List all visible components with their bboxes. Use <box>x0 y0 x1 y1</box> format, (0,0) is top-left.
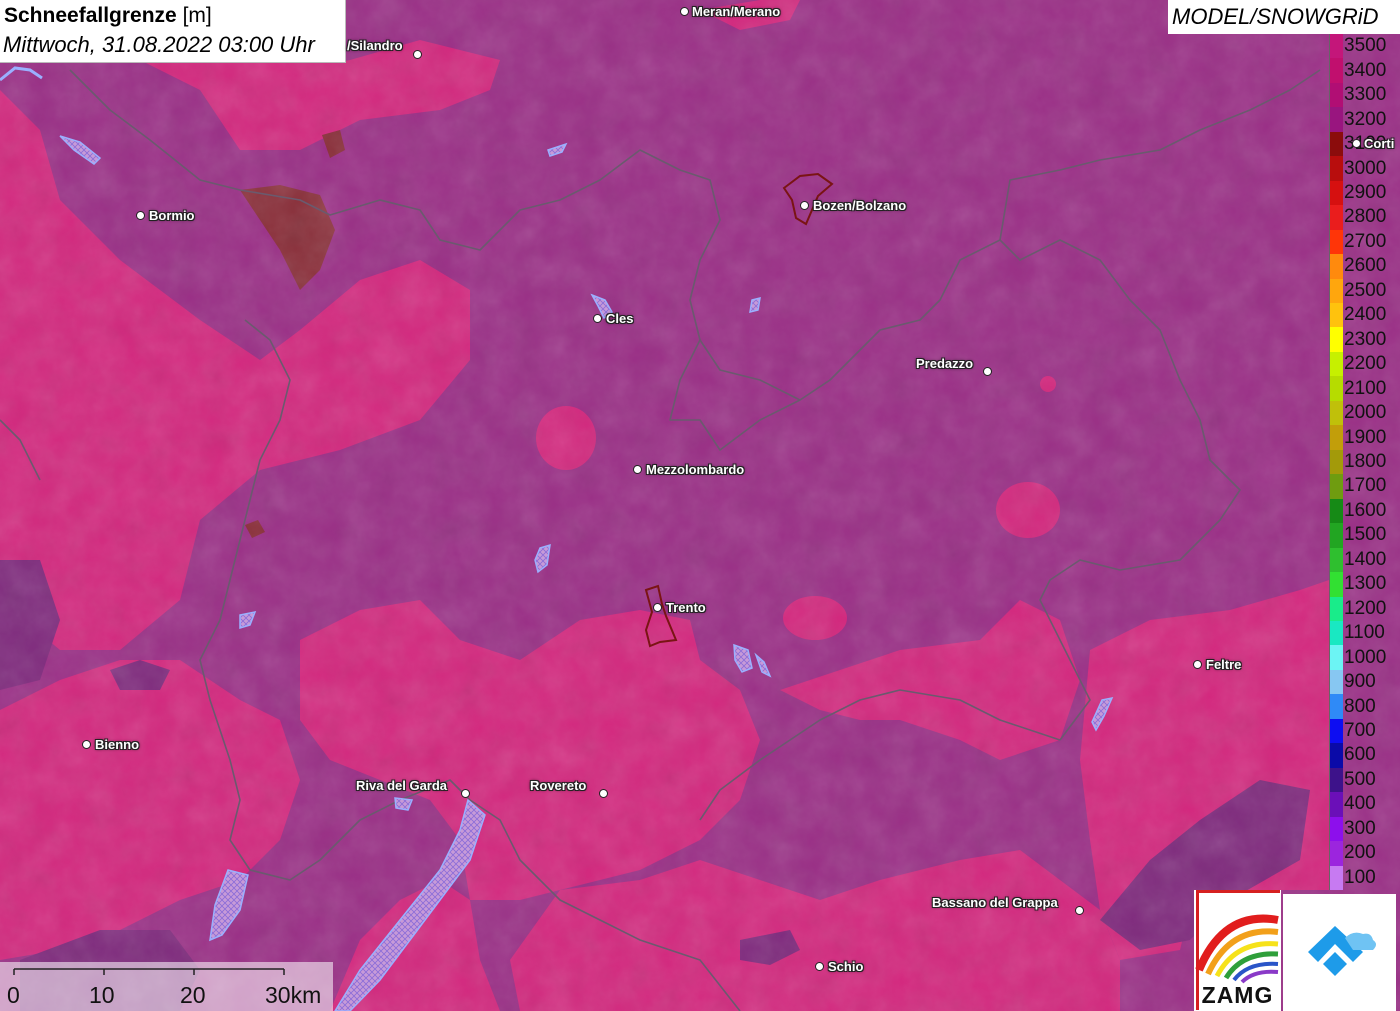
legend-row: 1400 <box>1329 536 1400 573</box>
legend-row: 2900 <box>1329 169 1400 206</box>
city-dot <box>1075 906 1084 915</box>
legend-row: 1500 <box>1329 511 1400 548</box>
scale-label-20: 20 <box>180 982 206 1008</box>
terrain-shading <box>0 0 1400 1011</box>
city-dot <box>1193 660 1202 669</box>
legend-row: 900 <box>1329 658 1400 695</box>
map-title-text: Schneefallgrenze <box>4 4 177 27</box>
city-dot <box>136 211 145 220</box>
legend-row: 300 <box>1329 805 1400 842</box>
legend-row: 2300 <box>1329 315 1400 352</box>
legend-row: 2400 <box>1329 291 1400 328</box>
legend-row: 700 <box>1329 707 1400 744</box>
scale-label-10: 10 <box>89 982 115 1008</box>
legend-row: 2800 <box>1329 193 1400 230</box>
map-title: Schneefallgrenze [m] <box>4 4 212 28</box>
city-bassano: Bassano del Grappa <box>932 895 1058 910</box>
city-predazzo: Predazzo <box>916 356 974 371</box>
legend-row: 1600 <box>1329 487 1400 524</box>
city-dot <box>653 603 662 612</box>
city-dot <box>1352 139 1361 148</box>
legend-row: 2700 <box>1329 218 1400 255</box>
city-dot <box>983 367 992 376</box>
city-riva-del-garda: Riva del Garda <box>356 778 448 793</box>
snowfall-line-map <box>0 0 1400 1011</box>
legend-row: 600 <box>1329 731 1400 768</box>
legend-row: 3400 <box>1329 46 1400 83</box>
map-title-unit: [m] <box>182 4 212 27</box>
legend-row: 400 <box>1329 780 1400 817</box>
legend-row: 1200 <box>1329 585 1400 621</box>
zamg-logo-text: ZAMG <box>1201 982 1274 1008</box>
map-datetime: Mittwoch, 31.08.2022 03:00 Uhr <box>3 32 315 57</box>
snowgrid-logo <box>1283 894 1396 1011</box>
city-dot <box>800 201 809 210</box>
legend-row: 3500 <box>1329 22 1400 59</box>
city-feltre: Feltre <box>1206 657 1242 672</box>
snowgrid-logo-icon <box>1308 926 1376 976</box>
scale-label-0: 0 <box>7 982 20 1008</box>
city-schio: Schio <box>828 959 864 974</box>
city-mezzolombardo: Mezzolombardo <box>646 462 745 477</box>
city-dot <box>815 962 824 971</box>
city-corti: Corti <box>1364 136 1395 151</box>
legend-row: 1000 <box>1329 633 1400 670</box>
zamg-logo: ZAMG <box>1194 890 1281 1011</box>
city-dot <box>82 740 91 749</box>
city-dot <box>599 789 608 798</box>
legend-row: 2100 <box>1329 364 1400 401</box>
legend-row: 1300 <box>1329 560 1400 597</box>
city-bolzano: Bozen/Bolzano <box>813 198 907 213</box>
legend-row: 1900 <box>1329 413 1400 450</box>
legend-row: 1800 <box>1329 438 1400 475</box>
city-cles: Cles <box>606 311 634 326</box>
city-trento: Trento <box>666 600 706 615</box>
scale-label-30km: 30km <box>265 982 322 1008</box>
map-title-box: Schneefallgrenze [m] Mittwoch, 31.08.202… <box>0 0 346 63</box>
legend-row: 100 <box>1329 854 1400 890</box>
city-dot <box>680 7 689 16</box>
city-dot <box>461 789 470 798</box>
city-silandro: /Silandro <box>347 38 403 53</box>
city-dot <box>633 465 642 474</box>
legend-row: 500 <box>1329 756 1400 793</box>
legend-row: 1100 <box>1329 609 1400 646</box>
scale-bar: 0 10 20 30km <box>0 962 333 1011</box>
city-meran: Meran/Merano <box>692 4 781 19</box>
city-dot <box>593 314 602 323</box>
legend-row: 200 <box>1329 829 1400 866</box>
city-dot <box>413 50 422 59</box>
legend-row: 2200 <box>1329 340 1400 377</box>
legend-row: 1700 <box>1329 462 1400 499</box>
city-bienno: Bienno <box>95 737 140 752</box>
legend-row: 3200 <box>1329 95 1400 132</box>
legend-swatch <box>1329 865 1343 890</box>
legend-row: 2600 <box>1329 242 1400 279</box>
legend-row: 2000 <box>1329 389 1400 426</box>
legend-row: 800 <box>1329 682 1400 719</box>
legend-row: 2500 <box>1329 267 1400 304</box>
legend-row: 3300 <box>1329 71 1400 108</box>
color-legend: 3500 3400 3300 3200 3100 3000 2900 2800 2700 2600… <box>1329 34 1400 890</box>
city-bormio: Bormio <box>149 208 195 223</box>
legend-label: 100 <box>1344 866 1376 888</box>
city-rovereto: Rovereto <box>530 778 587 793</box>
